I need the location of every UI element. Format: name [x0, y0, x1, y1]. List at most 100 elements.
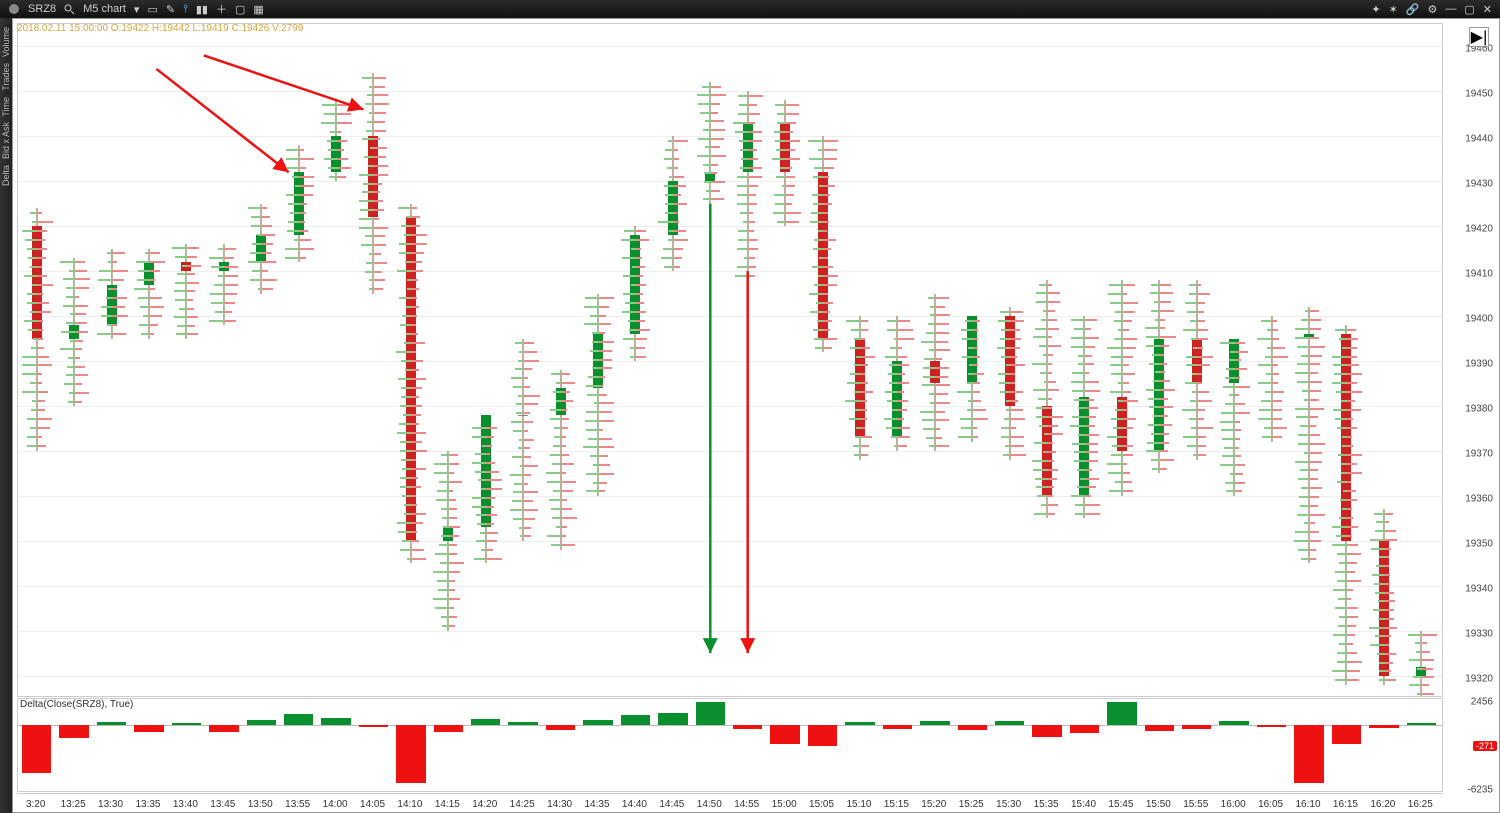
candle[interactable]: [207, 24, 240, 696]
tool-icon[interactable]: ✶: [1385, 3, 1402, 16]
delta-bar[interactable]: [958, 725, 987, 730]
delta-panel[interactable]: Delta(Close(SRZ8), True): [17, 698, 1443, 792]
delta-bar[interactable]: [1369, 725, 1398, 728]
close-icon[interactable]: ✕: [1479, 3, 1496, 16]
maximize-icon[interactable]: ▢: [1460, 3, 1478, 16]
delta-axis[interactable]: -271 2456-6235: [1447, 700, 1499, 792]
delta-bar[interactable]: [546, 725, 575, 730]
sidebar-item-trades[interactable]: Trades: [1, 63, 11, 91]
delta-bar[interactable]: [22, 725, 51, 773]
link-icon[interactable]: 🔗: [1402, 3, 1424, 16]
delta-bar[interactable]: [1257, 725, 1286, 727]
gear-icon[interactable]: ⚙: [1424, 3, 1442, 16]
candle[interactable]: [357, 24, 390, 696]
delta-bar[interactable]: [1070, 725, 1099, 733]
candle[interactable]: [881, 24, 914, 696]
delta-bar[interactable]: [583, 720, 612, 725]
candle[interactable]: [432, 24, 465, 696]
candle[interactable]: [132, 24, 165, 696]
delta-bar[interactable]: [733, 725, 762, 729]
delta-bar[interactable]: [1407, 723, 1436, 725]
candle[interactable]: [245, 24, 278, 696]
layers-icon[interactable]: ▢: [231, 3, 249, 16]
minimize-icon[interactable]: —: [1441, 3, 1460, 15]
delta-bar[interactable]: [1032, 725, 1061, 737]
candle[interactable]: [806, 24, 839, 696]
delta-bar[interactable]: [621, 715, 650, 725]
candle[interactable]: [506, 24, 539, 696]
candle[interactable]: [1367, 24, 1400, 696]
candle[interactable]: [656, 24, 689, 696]
bars-icon[interactable]: ▮▮: [192, 3, 212, 16]
delta-bar[interactable]: [508, 722, 537, 725]
delta-bar[interactable]: [696, 702, 725, 725]
delta-bar[interactable]: [59, 725, 88, 738]
delta-bar[interactable]: [1182, 725, 1211, 729]
candle[interactable]: [1143, 24, 1176, 696]
candle[interactable]: [170, 24, 203, 696]
sidebar-item-bidask[interactable]: Bid x Ask: [1, 122, 11, 159]
delta-bar[interactable]: [396, 725, 425, 783]
delta-bar[interactable]: [209, 725, 238, 732]
candle[interactable]: [1180, 24, 1213, 696]
candle[interactable]: [1405, 24, 1438, 696]
plus-icon[interactable]: ＋: [212, 1, 231, 17]
candle[interactable]: [20, 24, 53, 696]
price-axis[interactable]: 1932019330193401935019360193701938019390…: [1447, 23, 1499, 697]
delta-bar[interactable]: [770, 725, 799, 744]
sidebar-item-delta[interactable]: Delta: [1, 165, 11, 186]
candle[interactable]: [319, 24, 352, 696]
window-icon[interactable]: ▭: [143, 3, 161, 16]
price-chart[interactable]: [17, 23, 1443, 697]
candle[interactable]: [1217, 24, 1250, 696]
jump-to-end-icon[interactable]: ▶|: [1469, 27, 1489, 47]
delta-bar[interactable]: [284, 714, 313, 725]
candle[interactable]: [1330, 24, 1363, 696]
candle[interactable]: [282, 24, 315, 696]
delta-bar[interactable]: [471, 719, 500, 725]
delta-bar[interactable]: [1219, 721, 1248, 725]
candle[interactable]: [57, 24, 90, 696]
candle[interactable]: [731, 24, 764, 696]
delta-bar[interactable]: [1107, 702, 1136, 725]
delta-bar[interactable]: [1332, 725, 1361, 744]
delta-bar[interactable]: [97, 722, 126, 725]
candle[interactable]: [694, 24, 727, 696]
sidebar-item-volume[interactable]: Volume: [1, 27, 11, 57]
grid-icon[interactable]: ▦: [249, 3, 267, 16]
candle[interactable]: [1105, 24, 1138, 696]
delta-bar[interactable]: [883, 725, 912, 729]
timeframe[interactable]: M5 chart: [79, 3, 130, 15]
indicator-icon[interactable]: ⫯: [179, 3, 192, 16]
delta-bar[interactable]: [434, 725, 463, 732]
candle[interactable]: [768, 24, 801, 696]
delta-bar[interactable]: [995, 721, 1024, 725]
delta-bar[interactable]: [134, 725, 163, 732]
candle[interactable]: [993, 24, 1026, 696]
sidebar-item-time[interactable]: Time: [1, 97, 11, 117]
delta-bar[interactable]: [808, 725, 837, 746]
candle[interactable]: [95, 24, 128, 696]
candle[interactable]: [1292, 24, 1325, 696]
candle[interactable]: [956, 24, 989, 696]
candle[interactable]: [1068, 24, 1101, 696]
delta-bar[interactable]: [658, 713, 687, 725]
delta-bar[interactable]: [359, 725, 388, 727]
settings-icon[interactable]: ✦: [1367, 3, 1384, 16]
candle[interactable]: [1255, 24, 1288, 696]
candle[interactable]: [469, 24, 502, 696]
pencil-icon[interactable]: ✎: [162, 3, 179, 16]
time-axis[interactable]: 3:2013:2513:3013:3513:4013:4513:5013:551…: [17, 793, 1443, 812]
delta-bar[interactable]: [247, 720, 276, 725]
search-icon[interactable]: [60, 3, 79, 15]
candle[interactable]: [843, 24, 876, 696]
delta-bar[interactable]: [321, 718, 350, 725]
delta-bar[interactable]: [172, 723, 201, 725]
delta-bar[interactable]: [1294, 725, 1323, 783]
delta-bar[interactable]: [1145, 725, 1174, 731]
candle[interactable]: [918, 24, 951, 696]
candle[interactable]: [581, 24, 614, 696]
candle[interactable]: [619, 24, 652, 696]
delta-bar[interactable]: [920, 721, 949, 725]
delta-bar[interactable]: [845, 722, 874, 725]
